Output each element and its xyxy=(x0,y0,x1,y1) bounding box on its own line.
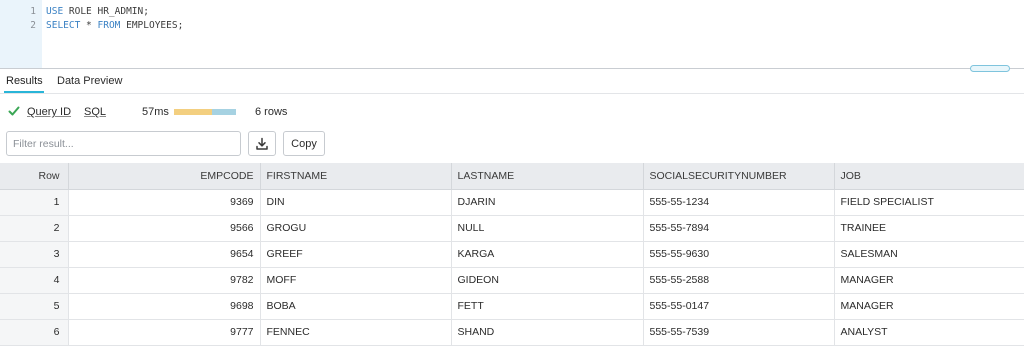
row-number-cell: 3 xyxy=(0,241,69,268)
lastname-cell[interactable]: DJARIN xyxy=(451,189,644,216)
ssn-cell[interactable]: 555-55-0147 xyxy=(643,293,835,320)
column-header-row[interactable]: Row xyxy=(0,163,69,190)
ssn-cell[interactable]: 555-55-7894 xyxy=(643,215,835,242)
lastname-cell[interactable]: FETT xyxy=(451,293,644,320)
line-number-gutter: 1 2 xyxy=(0,0,42,68)
sql-text: EMPLOYEES; xyxy=(120,20,184,31)
empcode-cell[interactable]: 9698 xyxy=(68,293,261,320)
lastname-cell[interactable]: GIDEON xyxy=(451,267,644,294)
sql-keyword: USE xyxy=(46,6,64,17)
column-header-job[interactable]: JOB xyxy=(834,163,1024,190)
line-number: 1 xyxy=(30,6,36,17)
job-cell[interactable]: FIELD SPECIALIST xyxy=(834,189,1024,216)
row-number-cell: 6 xyxy=(0,319,69,346)
job-cell[interactable]: ANALYST xyxy=(834,319,1024,346)
table-row[interactable]: 3 9654 GREEF KARGA 555-55-9630 SALESMAN xyxy=(0,241,1024,268)
sql-keyword: FROM xyxy=(97,20,121,31)
copy-button[interactable]: Copy xyxy=(283,131,325,156)
column-header-firstname[interactable]: FIRSTNAME xyxy=(260,163,452,190)
code-line[interactable]: USE ROLE HR_ADMIN; xyxy=(46,6,149,17)
filter-result-input[interactable] xyxy=(6,131,241,156)
timing-segment-execute xyxy=(212,109,236,115)
results-table: Row EMPCODE FIRSTNAME LASTNAME SOCIALSEC… xyxy=(0,163,1024,346)
query-status: Query ID SQL 57ms 6 rows xyxy=(0,100,1024,124)
firstname-cell[interactable]: FENNEC xyxy=(260,319,452,346)
pane-splitter[interactable] xyxy=(0,68,1024,69)
table-header-row: Row EMPCODE FIRSTNAME LASTNAME SOCIALSEC… xyxy=(0,163,1024,190)
empcode-cell[interactable]: 9566 xyxy=(68,215,261,242)
firstname-cell[interactable]: GROGU xyxy=(260,215,452,242)
sql-text: ROLE HR_ADMIN; xyxy=(63,6,149,17)
empcode-cell[interactable]: 9369 xyxy=(68,189,261,216)
active-tab-indicator xyxy=(4,91,44,93)
firstname-cell[interactable]: DIN xyxy=(260,189,452,216)
table-row[interactable]: 1 9369 DIN DJARIN 555-55-1234 FIELD SPEC… xyxy=(0,189,1024,216)
ssn-cell[interactable]: 555-55-1234 xyxy=(643,189,835,216)
firstname-cell[interactable]: GREEF xyxy=(260,241,452,268)
timing-segment-compile xyxy=(174,109,212,115)
table-row[interactable]: 6 9777 FENNEC SHAND 555-55-7539 ANALYST xyxy=(0,319,1024,346)
job-cell[interactable]: MANAGER xyxy=(834,267,1024,294)
sql-editor[interactable]: 1 2 USE ROLE HR_ADMIN; SELECT * FROM EMP… xyxy=(0,0,1024,68)
row-number-cell: 5 xyxy=(0,293,69,320)
firstname-cell[interactable]: MOFF xyxy=(260,267,452,294)
row-number-cell: 2 xyxy=(0,215,69,242)
column-header-lastname[interactable]: LASTNAME xyxy=(451,163,644,190)
query-duration: 57ms xyxy=(142,106,169,118)
sql-link[interactable]: SQL xyxy=(84,106,106,118)
line-number: 2 xyxy=(30,20,36,31)
job-cell[interactable]: TRAINEE xyxy=(834,215,1024,242)
firstname-cell[interactable]: BOBA xyxy=(260,293,452,320)
table-row[interactable]: 5 9698 BOBA FETT 555-55-0147 MANAGER xyxy=(0,293,1024,320)
sql-text: * xyxy=(80,20,98,31)
table-row[interactable]: 2 9566 GROGU NULL 555-55-7894 TRAINEE xyxy=(0,215,1024,242)
check-icon xyxy=(8,106,20,116)
sql-keyword: SELECT xyxy=(46,20,81,31)
query-timing-bar[interactable] xyxy=(174,109,236,115)
column-header-ssn[interactable]: SOCIALSECURITYNUMBER xyxy=(643,163,835,190)
row-number-cell: 4 xyxy=(0,267,69,294)
job-cell[interactable]: SALESMAN xyxy=(834,241,1024,268)
code-line[interactable]: SELECT * FROM EMPLOYEES; xyxy=(46,20,183,31)
lastname-cell[interactable]: NULL xyxy=(451,215,644,242)
lastname-cell[interactable]: KARGA xyxy=(451,241,644,268)
empcode-cell[interactable]: 9782 xyxy=(68,267,261,294)
result-tabs: Results Data Preview xyxy=(0,70,1024,94)
tab-results[interactable]: Results xyxy=(6,75,43,87)
job-cell[interactable]: MANAGER xyxy=(834,293,1024,320)
lastname-cell[interactable]: SHAND xyxy=(451,319,644,346)
empcode-cell[interactable]: 9777 xyxy=(68,319,261,346)
ssn-cell[interactable]: 555-55-7539 xyxy=(643,319,835,346)
query-id-link[interactable]: Query ID xyxy=(27,106,71,118)
table-row[interactable]: 4 9782 MOFF GIDEON 555-55-2588 MANAGER xyxy=(0,267,1024,294)
row-number-cell: 1 xyxy=(0,189,69,216)
ssn-cell[interactable]: 555-55-2588 xyxy=(643,267,835,294)
download-button[interactable] xyxy=(248,131,276,156)
empcode-cell[interactable]: 9654 xyxy=(68,241,261,268)
tab-data-preview[interactable]: Data Preview xyxy=(57,75,122,87)
row-count: 6 rows xyxy=(255,106,288,118)
column-header-empcode[interactable]: EMPCODE xyxy=(68,163,261,190)
download-icon xyxy=(256,137,268,150)
ssn-cell[interactable]: 555-55-9630 xyxy=(643,241,835,268)
